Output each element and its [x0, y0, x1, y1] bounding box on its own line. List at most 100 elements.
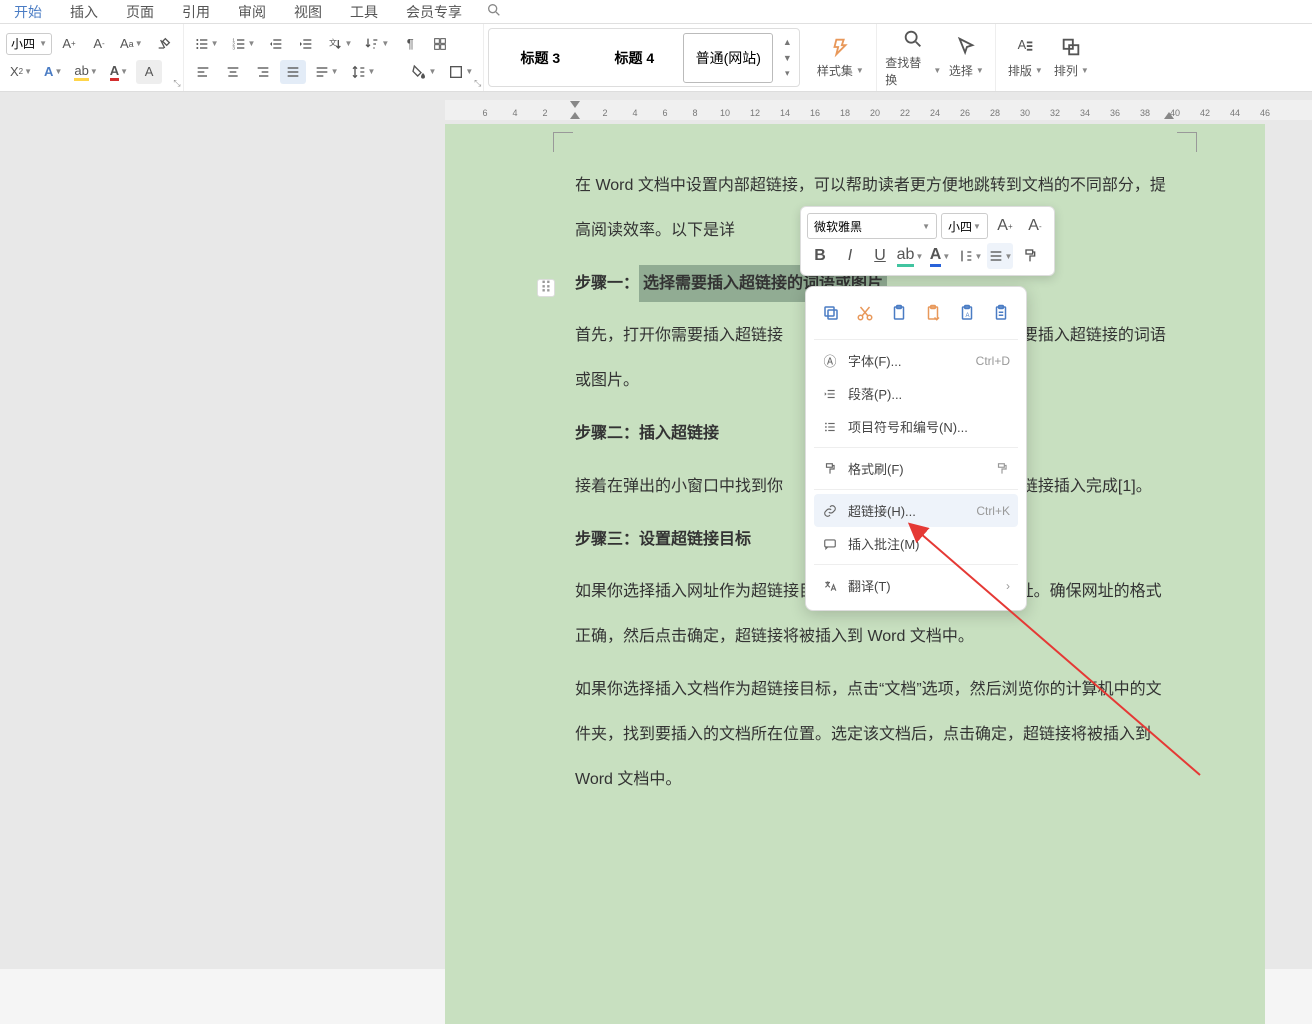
mini-font-size-select[interactable]: 小四▼	[941, 213, 988, 239]
tab-member[interactable]: 会员专享	[392, 0, 476, 24]
ctx-paste-format-btn[interactable]	[919, 299, 947, 327]
horizontal-ruler[interactable]: 6 4 2 2 4 6 8 10 12 14 16 18 20 22 24 26…	[445, 100, 1312, 120]
mini-italic-btn[interactable]: I	[837, 243, 863, 269]
line-spacing-btn[interactable]: ▼	[347, 60, 380, 84]
menu-separator	[814, 489, 1018, 490]
increase-indent-btn[interactable]	[293, 32, 319, 56]
style-normal-web[interactable]: 普通(网站)	[683, 33, 773, 83]
ctx-item-label: 格式刷(F)	[848, 459, 904, 478]
tab-view[interactable]: 视图	[280, 0, 336, 24]
mini-underline-btn[interactable]: U	[867, 243, 893, 269]
ctx-paste-btn[interactable]	[885, 299, 913, 327]
paragraph-dialog-launcher[interactable]: ⤡	[474, 78, 481, 89]
right-indent-marker[interactable]	[1163, 108, 1175, 120]
mini-format-painter-btn[interactable]	[1017, 243, 1043, 269]
search-icon[interactable]	[476, 0, 512, 25]
grow-font-btn[interactable]: A+	[56, 32, 82, 56]
style-heading4[interactable]: 标题 4	[589, 33, 679, 83]
ctx-item-label: 插入批注(M)	[848, 534, 920, 553]
bullets-btn[interactable]: ▼	[190, 32, 223, 56]
mini-line-spacing-btn[interactable]: ▼	[957, 243, 983, 269]
style-scroll-down[interactable]: ▼	[779, 50, 795, 66]
paragraph-icon	[822, 386, 838, 402]
tab-review[interactable]: 审阅	[224, 0, 280, 24]
sort-btn[interactable]: ▼	[360, 32, 393, 56]
shrink-font-btn[interactable]: A-	[86, 32, 112, 56]
ruler-tick: 18	[840, 108, 850, 118]
mini-grow-font-btn[interactable]: A+	[992, 213, 1018, 239]
font-dialog-launcher[interactable]: ⤡	[173, 78, 180, 89]
mini-font-color-btn[interactable]: A▼	[927, 243, 953, 269]
align-left-btn[interactable]	[190, 60, 216, 84]
ruler-tick: 4	[512, 108, 517, 118]
ctx-translate-item[interactable]: 翻译(T) ›	[814, 569, 1018, 602]
ctx-paragraph-item[interactable]: 段落(P)...	[814, 377, 1018, 410]
font-color-btn[interactable]: A▼	[106, 60, 132, 84]
text-effects-btn[interactable]: A▼	[40, 60, 66, 84]
ruler-tick: 14	[780, 108, 790, 118]
mini-align-btn[interactable]: ▼	[987, 243, 1013, 269]
mini-shrink-font-btn[interactable]: A-	[1022, 213, 1048, 239]
ctx-item-label: 段落(P)...	[848, 384, 902, 403]
ruler-tick: 16	[810, 108, 820, 118]
ctx-hyperlink-item[interactable]: 超链接(H)... Ctrl+K	[814, 494, 1018, 527]
ctx-item-label: 项目符号和编号(N)...	[848, 417, 968, 436]
mini-font-name-select[interactable]: 微软雅黑▼	[807, 213, 937, 239]
ctx-bullets-item[interactable]: 项目符号和编号(N)...	[814, 410, 1018, 443]
arrange-label: 排列	[1054, 62, 1078, 79]
ribbon-group-layout: A 排版▼ 排列▼	[996, 24, 1100, 91]
tab-reference[interactable]: 引用	[168, 0, 224, 24]
ctx-item-label: 字体(F)...	[848, 351, 901, 370]
tab-insert[interactable]: 插入	[56, 0, 112, 24]
show-marks-btn[interactable]: ¶	[397, 32, 423, 56]
clear-format-btn[interactable]	[151, 32, 177, 56]
tab-start[interactable]: 开始	[0, 0, 56, 26]
ctx-font-item[interactable]: Ⓐ字体(F)... Ctrl+D	[814, 344, 1018, 377]
align-right-btn[interactable]	[250, 60, 276, 84]
ctx-comment-item[interactable]: 插入批注(M)	[814, 527, 1018, 560]
ruler-tick: 30	[1020, 108, 1030, 118]
find-replace-btn[interactable]: 查找替换▼	[883, 24, 943, 92]
change-case-btn[interactable]: Aa▼	[116, 32, 147, 56]
ctx-paste-special-btn[interactable]	[987, 299, 1015, 327]
text-fragment: 接着在弹出的小窗口中找到你	[575, 478, 783, 495]
shading-btn[interactable]: ▼	[407, 60, 440, 84]
ruler-tick: 8	[692, 108, 697, 118]
select-btn[interactable]: 选择▼	[943, 24, 989, 92]
align-center-btn[interactable]	[220, 60, 246, 84]
superscript-btn[interactable]: X2▼	[6, 60, 36, 84]
ctx-item-label: 超链接(H)...	[848, 501, 916, 520]
style-set-btn[interactable]: 样式集▼	[810, 32, 870, 83]
paragraph-drag-handle[interactable]: ⠿	[537, 279, 555, 297]
mini-bold-btn[interactable]: B	[807, 243, 833, 269]
font-size-select[interactable]: 小四 ▼	[6, 33, 52, 55]
mini-highlight-btn[interactable]: ab▼	[897, 243, 923, 269]
text-direction-btn[interactable]: 文▼	[323, 32, 356, 56]
ctx-format-painter-item[interactable]: 格式刷(F)	[814, 452, 1018, 485]
decrease-indent-btn[interactable]	[263, 32, 289, 56]
borders-btn[interactable]: ▼	[444, 60, 477, 84]
ruler-tick: 26	[960, 108, 970, 118]
align-distribute-btn[interactable]: ▼	[310, 60, 343, 84]
char-shading-btn[interactable]: A	[136, 60, 162, 84]
ctx-cut-btn[interactable]	[851, 299, 879, 327]
style-scroll-up[interactable]: ▲	[779, 34, 795, 50]
arrange-btn[interactable]: 排列▼	[1048, 32, 1094, 83]
format-painter-pin-icon[interactable]	[994, 461, 1010, 477]
paragraph[interactable]: 如果你选择插入文档作为超链接目标，点击“文档”选项，然后浏览你的计算机中的文件夹…	[575, 668, 1175, 802]
highlight-btn[interactable]: ab▼	[70, 60, 101, 84]
ctx-paste-text-btn[interactable]: A	[953, 299, 981, 327]
char-border-btn[interactable]	[427, 32, 453, 56]
numbering-btn[interactable]: 123▼	[227, 32, 260, 56]
align-justify-btn[interactable]	[280, 60, 306, 84]
style-scroll-more[interactable]: ▾	[779, 66, 795, 82]
ruler-tick: 2	[542, 108, 547, 118]
left-indent-marker[interactable]	[569, 108, 581, 120]
tab-page[interactable]: 页面	[112, 0, 168, 24]
style-heading3[interactable]: 标题 3	[495, 33, 585, 83]
ribbon-group-paragraph: ▼ 123▼ 文▼ ▼ ¶ ▼ ▼ ▼ ▼ ⤡	[184, 24, 485, 91]
ctx-copy-btn[interactable]	[817, 299, 845, 327]
tab-tools[interactable]: 工具	[336, 0, 392, 24]
layout-btn[interactable]: A 排版▼	[1002, 32, 1048, 83]
layout-label: 排版	[1008, 62, 1032, 79]
